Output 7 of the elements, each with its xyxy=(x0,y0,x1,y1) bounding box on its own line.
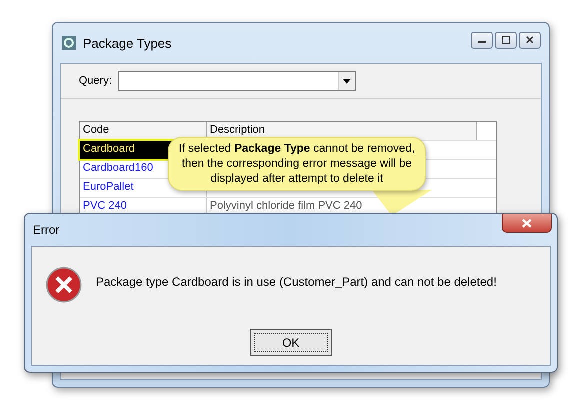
query-label: Query: xyxy=(79,75,112,87)
column-header[interactable]: Code xyxy=(80,122,207,140)
dialog-title: Error xyxy=(33,223,60,237)
ok-button[interactable]: OK xyxy=(250,329,332,356)
table-cell-text: Polyvinyl chloride film PVC 240 xyxy=(209,199,364,214)
window-title: Package Types xyxy=(83,36,172,50)
error-message: Package type Cardboard is in use (Customer_Part) and can not be deleted! xyxy=(96,275,497,289)
